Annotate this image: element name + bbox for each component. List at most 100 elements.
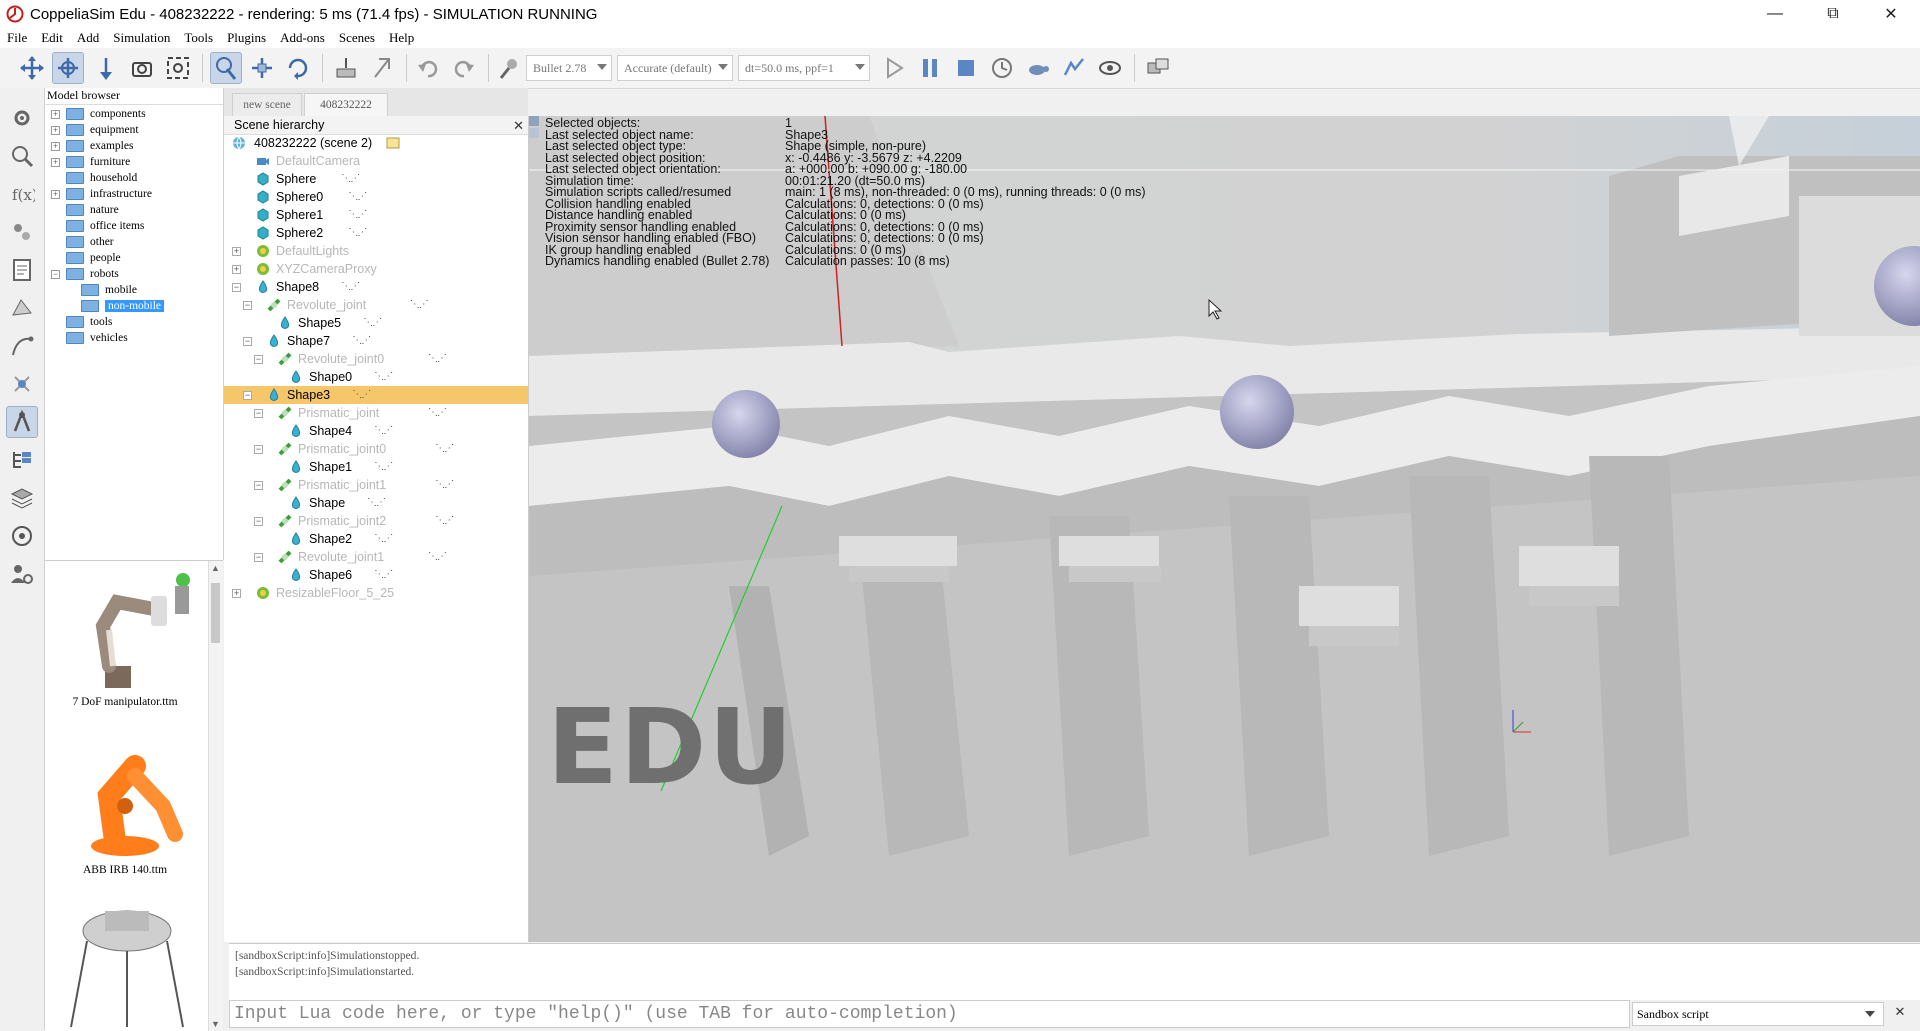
dynamic-properties-icon[interactable]: ⋱⋰ bbox=[374, 371, 393, 383]
time-step-select[interactable]: dt=50.0 ms, ppf=1 bbox=[738, 55, 870, 81]
scroll-down-icon[interactable]: ▼ bbox=[211, 1019, 220, 1029]
hierarchy-item[interactable]: Shape1 ⋱⋰ bbox=[224, 458, 528, 476]
dynamic-properties-icon[interactable]: ⋱⋰ bbox=[348, 209, 367, 221]
model-folder-item[interactable]: household bbox=[66, 170, 137, 186]
camera-shift-icon[interactable] bbox=[90, 52, 122, 84]
close-button[interactable]: ✕ bbox=[1862, 0, 1920, 28]
speed-up-icon[interactable] bbox=[1058, 52, 1090, 84]
tab-new-scene[interactable]: new scene bbox=[232, 93, 302, 116]
collapse-icon[interactable]: − bbox=[254, 355, 263, 364]
info-toggle-icon[interactable] bbox=[529, 128, 539, 138]
dynamic-properties-icon[interactable]: ⋱⋰ bbox=[428, 551, 447, 563]
delta-robot-thumbnail[interactable] bbox=[65, 901, 195, 1029]
model-folder-item[interactable]: + infrastructure bbox=[51, 186, 152, 202]
dynamic-properties-icon[interactable]: ⋱⋰ bbox=[374, 533, 393, 545]
real-time-icon[interactable] bbox=[986, 52, 1018, 84]
path-edit-icon[interactable] bbox=[6, 330, 38, 362]
expand-icon[interactable]: + bbox=[232, 265, 241, 274]
scene-script-icon[interactable] bbox=[386, 136, 400, 150]
menu-help[interactable]: Help bbox=[382, 30, 421, 46]
hierarchy-item[interactable]: − Prismatic_joint0 ⋱⋰ bbox=[224, 440, 528, 458]
video-recorder-icon[interactable] bbox=[6, 520, 38, 552]
dynamic-properties-icon[interactable]: ⋱⋰ bbox=[348, 191, 367, 203]
selection-icon[interactable] bbox=[6, 368, 38, 400]
menu-scenes[interactable]: Scenes bbox=[332, 30, 382, 46]
collapse-icon[interactable]: − bbox=[243, 301, 252, 310]
collapse-icon[interactable]: − bbox=[51, 269, 60, 279]
physics-engine-select[interactable]: Bullet 2.78 bbox=[526, 55, 612, 81]
menu-tools[interactable]: Tools bbox=[177, 30, 220, 46]
undo-icon[interactable] bbox=[412, 52, 444, 84]
hierarchy-item[interactable]: + ResizableFloor_5_25 bbox=[224, 584, 528, 602]
model-folder-item[interactable]: + equipment bbox=[51, 122, 139, 138]
visualization-toggle-icon[interactable] bbox=[1094, 52, 1126, 84]
expand-icon[interactable]: + bbox=[232, 247, 241, 256]
collapse-icon[interactable]: − bbox=[254, 553, 263, 562]
object-rotate-icon[interactable] bbox=[282, 52, 314, 84]
hierarchy-item[interactable]: − Shape8 ⋱⋰ bbox=[224, 278, 528, 296]
stop-icon[interactable] bbox=[950, 52, 982, 84]
restore-button[interactable]: ⧉ bbox=[1804, 0, 1862, 28]
click-select-icon[interactable] bbox=[210, 52, 242, 84]
hierarchy-item[interactable]: + DefaultLights bbox=[224, 242, 528, 260]
layers-icon[interactable] bbox=[6, 482, 38, 514]
tab-scene-408232222[interactable]: 408232222 bbox=[304, 93, 388, 116]
collapse-icon[interactable]: − bbox=[232, 283, 241, 292]
dynamic-properties-icon[interactable]: ⋱⋰ bbox=[363, 317, 382, 329]
scene-viewport[interactable]: EDU Selected objects: 1 Last selected obje… bbox=[529, 116, 1920, 942]
expand-icon[interactable]: + bbox=[232, 589, 241, 598]
collapse-icon[interactable]: − bbox=[243, 391, 252, 400]
model-folder-item[interactable]: nature bbox=[66, 202, 119, 218]
manipulator-7dof-thumbnail[interactable] bbox=[65, 566, 195, 696]
dynamic-properties-icon[interactable]: ⋱⋰ bbox=[367, 497, 386, 509]
model-folder-item[interactable]: mobile bbox=[81, 282, 137, 298]
menu-plugins[interactable]: Plugins bbox=[220, 30, 273, 46]
slow-down-icon[interactable] bbox=[1022, 52, 1054, 84]
dynamic-properties-icon[interactable]: ⋱⋰ bbox=[374, 425, 393, 437]
hierarchy-item[interactable]: − Revolute_joint ⋱⋰ bbox=[224, 296, 528, 314]
hierarchy-item[interactable]: + XYZCameraProxy bbox=[224, 260, 528, 278]
camera-pan-icon[interactable] bbox=[16, 52, 48, 84]
dynamic-properties-icon[interactable]: ⋱⋰ bbox=[435, 443, 454, 455]
menu-addons[interactable]: Add-ons bbox=[273, 30, 332, 46]
fit-to-view-icon[interactable] bbox=[162, 52, 194, 84]
collapse-icon[interactable]: − bbox=[254, 409, 263, 418]
hierarchy-item[interactable]: Shape5 ⋱⋰ bbox=[224, 314, 528, 332]
model-folder-item[interactable]: other bbox=[66, 234, 114, 250]
redo-icon[interactable] bbox=[448, 52, 480, 84]
hierarchy-item[interactable]: − Prismatic_joint2 ⋱⋰ bbox=[224, 512, 528, 530]
scripts-icon[interactable] bbox=[6, 254, 38, 286]
expand-icon[interactable]: + bbox=[51, 109, 60, 119]
expand-icon[interactable]: + bbox=[51, 189, 60, 199]
dynamic-properties-icon[interactable]: ⋱⋰ bbox=[352, 389, 371, 401]
camera-angle-icon[interactable] bbox=[126, 52, 158, 84]
model-folder-item[interactable]: − robots bbox=[51, 266, 119, 282]
info-collapse-icon[interactable] bbox=[529, 116, 539, 126]
engine-accuracy-select[interactable]: Accurate (default) bbox=[617, 55, 733, 81]
simulation-settings-icon[interactable] bbox=[6, 102, 38, 134]
hierarchy-item[interactable]: Sphere0 ⋱⋰ bbox=[224, 188, 528, 206]
hierarchy-item[interactable]: − Prismatic_joint1 ⋱⋰ bbox=[224, 476, 528, 494]
hierarchy-item[interactable]: Shape2 ⋱⋰ bbox=[224, 530, 528, 548]
function-icon[interactable]: f(x) bbox=[6, 178, 38, 210]
menu-add[interactable]: Add bbox=[70, 30, 106, 46]
dynamic-properties-icon[interactable]: ⋱⋰ bbox=[374, 569, 393, 581]
assemble-icon[interactable] bbox=[330, 52, 362, 84]
dynamic-properties-icon[interactable]: ⋱⋰ bbox=[341, 281, 360, 293]
menu-edit[interactable]: Edit bbox=[34, 30, 70, 46]
scene-hierarchy-toggle-icon[interactable] bbox=[6, 444, 38, 476]
dynamic-properties-icon[interactable]: ⋱⋰ bbox=[435, 515, 454, 527]
hierarchy-item[interactable]: Shape6 ⋱⋰ bbox=[224, 566, 528, 584]
hierarchy-item[interactable]: Sphere1 ⋱⋰ bbox=[224, 206, 528, 224]
collapse-icon[interactable]: − bbox=[243, 337, 252, 346]
hierarchy-item[interactable]: − Shape7 ⋱⋰ bbox=[224, 332, 528, 350]
collapse-icon[interactable]: − bbox=[254, 517, 263, 526]
expand-icon[interactable]: + bbox=[51, 141, 60, 151]
lua-command-input[interactable]: Input Lua code here, or type "help()" (u… bbox=[229, 1000, 1630, 1028]
dynamic-properties-icon[interactable]: ⋱⋰ bbox=[428, 353, 447, 365]
dynamics-icon[interactable] bbox=[494, 52, 526, 84]
model-folder-item[interactable]: tools bbox=[66, 314, 112, 330]
dynamic-properties-icon[interactable]: ⋱⋰ bbox=[435, 479, 454, 491]
collections-icon[interactable] bbox=[6, 216, 38, 248]
object-shift-icon[interactable] bbox=[246, 52, 278, 84]
